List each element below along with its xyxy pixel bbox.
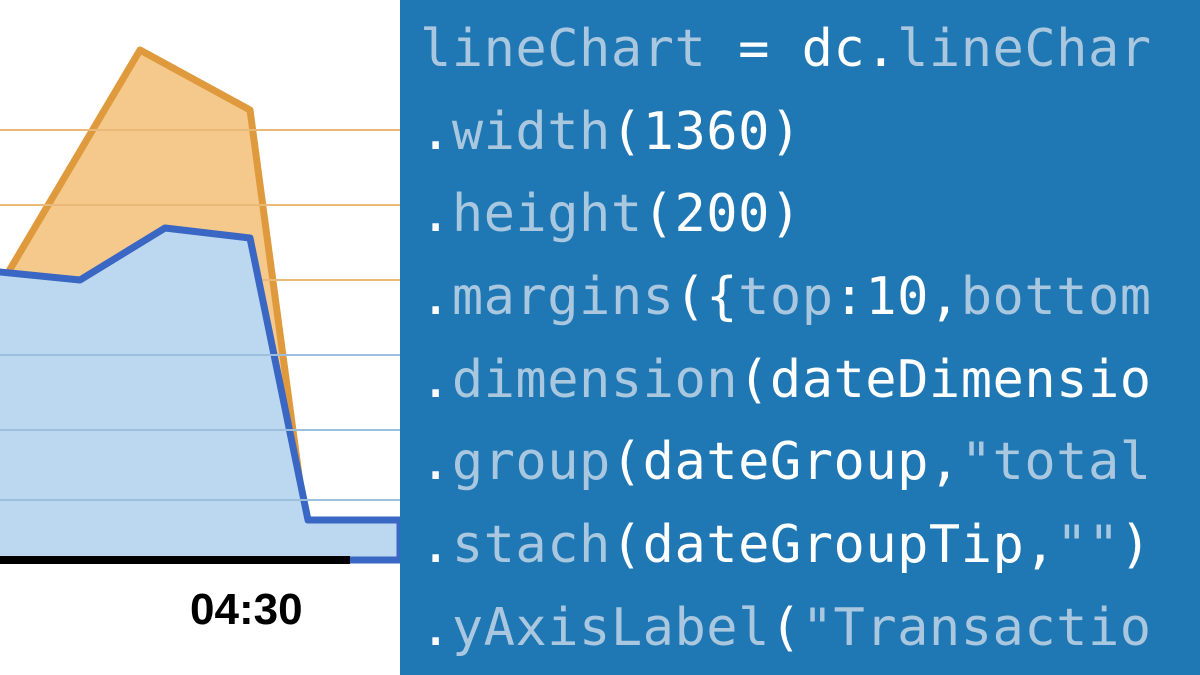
code-token: ( xyxy=(770,598,802,658)
code-token: "" xyxy=(1056,515,1120,575)
code-token: dimension xyxy=(452,350,738,410)
code-token: stach xyxy=(452,515,611,575)
code-token: . xyxy=(420,184,452,244)
code-panel: lineChart = dc.lineChar .width(1360) .he… xyxy=(400,0,1200,675)
code-token: height xyxy=(452,184,643,244)
code-token: (200) xyxy=(643,184,802,244)
code-token: = dc. xyxy=(706,19,897,79)
code-token: margins xyxy=(452,267,675,327)
code-token: lineChart xyxy=(420,19,706,79)
code-token: . xyxy=(420,432,452,492)
code-token: (dateGroup, xyxy=(611,432,961,492)
code-token: ) xyxy=(1120,515,1152,575)
code-token: top xyxy=(738,267,833,327)
code-token: width xyxy=(452,102,611,162)
code-block: lineChart = dc.lineChar .width(1360) .he… xyxy=(420,8,1200,669)
code-token: . xyxy=(420,350,452,410)
area-chart xyxy=(0,0,400,675)
code-token: ({ xyxy=(674,267,738,327)
code-token: . xyxy=(420,515,452,575)
code-token: bottom xyxy=(961,267,1152,327)
code-token: . xyxy=(420,267,452,327)
code-token: (dateDimensio xyxy=(738,350,1152,410)
x-tick-label: 04:30 xyxy=(190,585,303,635)
code-token: (dateGroupTip, xyxy=(611,515,1056,575)
chart-panel: 04:30 xyxy=(0,0,400,675)
code-token: . xyxy=(420,598,452,658)
code-token: (1360) xyxy=(611,102,802,162)
series-blue-area xyxy=(0,228,400,560)
code-token: group xyxy=(452,432,611,492)
code-token: "total xyxy=(961,432,1152,492)
code-token: . xyxy=(420,102,452,162)
code-token: lineChar xyxy=(897,19,1151,79)
code-token: "Transactio xyxy=(802,598,1152,658)
code-token: yAxisLabel xyxy=(452,598,770,658)
root: 04:30 lineChart = dc.lineChar .width(136… xyxy=(0,0,1200,675)
code-token: :10, xyxy=(834,267,961,327)
